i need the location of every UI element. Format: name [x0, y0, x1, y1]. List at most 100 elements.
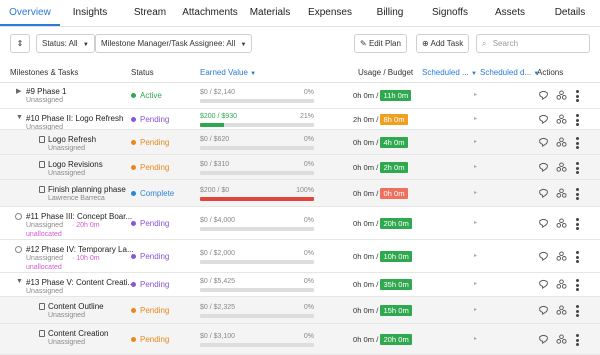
table-row[interactable]: #12 Phase IV: Temporary La... Unassigned ·…	[0, 240, 600, 273]
table-row[interactable]: #11 Phase III: Concept Boar... Unassigned…	[0, 207, 600, 240]
comment-icon[interactable]	[538, 137, 549, 150]
task-icon	[39, 136, 45, 143]
assign-users-icon[interactable]	[556, 279, 567, 292]
assign-users-icon[interactable]	[556, 334, 567, 347]
more-options-icon[interactable]	[576, 137, 579, 151]
row-name[interactable]: #11 Phase III: Concept Boar...	[26, 212, 132, 221]
status-filter[interactable]: Status: All ▼	[36, 34, 95, 53]
row-name[interactable]: Content Outline	[48, 302, 104, 311]
scheduled-start-caret-icon[interactable]: ▸	[474, 163, 477, 170]
expand-caret-icon[interactable]: ▶	[16, 87, 21, 95]
tab-expenses[interactable]: Expenses	[300, 0, 360, 26]
scheduled-start-caret-icon[interactable]: ▸	[474, 252, 477, 259]
table-row[interactable]: Finish planning phase Lawrence Barreca Com…	[0, 180, 600, 207]
col-status[interactable]: Status	[131, 68, 154, 77]
table-row[interactable]: Content Creation Unassigned Pending $0 / $3…	[0, 324, 600, 355]
tab-insights[interactable]: Insights	[60, 0, 120, 26]
assign-users-icon[interactable]	[556, 305, 567, 318]
scheduled-start-caret-icon[interactable]: ▸	[474, 138, 477, 145]
comment-icon[interactable]	[538, 334, 549, 347]
scheduled-start-caret-icon[interactable]: ▸	[474, 306, 477, 313]
row-name[interactable]: #10 Phase II: Logo Refresh	[26, 114, 123, 123]
add-task-button[interactable]: ⊕ Add Task	[416, 34, 470, 53]
row-name[interactable]: #12 Phase IV: Temporary La...	[26, 245, 134, 254]
more-options-icon[interactable]	[576, 114, 579, 128]
search-input[interactable]: Search	[493, 39, 518, 48]
row-unallocated-hours: · 20h 0m	[72, 222, 100, 229]
col-sched2-label: Scheduled d...	[480, 68, 532, 77]
task-icon	[39, 186, 45, 193]
status-dot-icon	[131, 308, 136, 314]
tab-assets[interactable]: Assets	[480, 0, 540, 26]
comment-icon[interactable]	[538, 188, 549, 201]
assignee-filter[interactable]: Milestone Manager/Task Assignee: All ▼	[95, 34, 253, 53]
assign-users-icon[interactable]	[556, 251, 567, 264]
more-options-icon[interactable]	[576, 251, 579, 265]
edit-plan-button[interactable]: ✎ Edit Plan	[354, 34, 407, 53]
table-row[interactable]: ▶ #9 Phase 1 Unassigned Active $0 / $2,140 0%…	[0, 82, 600, 109]
usage-value: 2h 0m /	[353, 115, 379, 124]
tab-overview[interactable]: Overview	[0, 0, 60, 26]
comment-icon[interactable]	[538, 251, 549, 264]
assign-users-icon[interactable]	[556, 162, 567, 175]
table-row[interactable]: Content Outline Unassigned Pending $0 / $2,…	[0, 297, 600, 324]
earned-value-bar	[200, 288, 314, 292]
tab-materials[interactable]: Materials	[240, 0, 300, 26]
more-options-icon[interactable]	[576, 218, 579, 232]
status-dot-icon	[131, 282, 136, 288]
scheduled-start-caret-icon[interactable]: ▸	[474, 115, 477, 122]
scheduled-start-caret-icon[interactable]: ▸	[474, 219, 477, 226]
budget-badge: 2h 0m	[380, 162, 408, 173]
col-scheduled-due[interactable]: Scheduled d... ▼	[480, 68, 539, 77]
collapse-caret-icon[interactable]: ▼	[16, 278, 23, 285]
comment-icon[interactable]	[538, 114, 549, 127]
col-earned-value[interactable]: Earned Value ▼	[200, 68, 256, 77]
row-name[interactable]: #13 Phase V: Content Creati...	[26, 278, 134, 287]
row-name[interactable]: Finish planning phase	[48, 185, 126, 194]
comment-icon[interactable]	[538, 90, 549, 103]
comment-icon[interactable]	[538, 162, 549, 175]
row-name[interactable]: Content Creation	[48, 329, 108, 338]
assign-users-icon[interactable]	[556, 188, 567, 201]
tab-billing[interactable]: Billing	[360, 0, 420, 26]
scheduled-start-caret-icon[interactable]: ▸	[474, 335, 477, 342]
status-label: Pending	[140, 115, 170, 124]
tab-stream[interactable]: Stream	[120, 0, 180, 26]
search-icon: ⌕	[482, 39, 487, 48]
tab-attachments[interactable]: Attachments	[180, 0, 240, 26]
assign-users-icon[interactable]	[556, 218, 567, 231]
col-usage[interactable]: Usage / Budget	[358, 68, 413, 77]
row-name[interactable]: #9 Phase 1	[26, 87, 66, 96]
more-options-icon[interactable]	[576, 334, 579, 348]
more-options-icon[interactable]	[576, 188, 579, 202]
table-row[interactable]: ▼ #10 Phase II: Logo Refresh Unassigned Pen…	[0, 109, 600, 131]
col-milestones[interactable]: Milestones & Tasks	[10, 68, 78, 77]
row-name[interactable]: Logo Revisions	[48, 160, 103, 169]
more-options-icon[interactable]	[576, 162, 579, 176]
table-row[interactable]: ▼ #13 Phase V: Content Creati... Unassigne…	[0, 273, 600, 297]
more-options-icon[interactable]	[576, 279, 579, 293]
scheduled-start-caret-icon[interactable]: ▸	[474, 189, 477, 196]
earned-value-amount: $0 / $5,425	[200, 278, 236, 285]
more-options-icon[interactable]	[576, 90, 579, 104]
tab-details[interactable]: Details	[540, 0, 600, 26]
assign-users-icon[interactable]	[556, 114, 567, 127]
more-options-icon[interactable]	[576, 305, 579, 319]
tab-signoffs[interactable]: Signoffs	[420, 0, 480, 26]
scheduled-start-caret-icon[interactable]: ▸	[474, 280, 477, 287]
budget-badge: 10h 0m	[380, 251, 412, 262]
assign-users-icon[interactable]	[556, 90, 567, 103]
search-box[interactable]: ⌕ Search	[476, 34, 590, 53]
expand-collapse-button[interactable]: ⇕	[10, 34, 30, 53]
assign-users-icon[interactable]	[556, 137, 567, 150]
table-row[interactable]: Logo Refresh Unassigned Pending $0 / $620 0%…	[0, 130, 600, 155]
comment-icon[interactable]	[538, 218, 549, 231]
table-row[interactable]: Logo Revisions Unassigned Pending $0 / $310…	[0, 155, 600, 180]
scheduled-start-caret-icon[interactable]: ▸	[474, 91, 477, 98]
comment-icon[interactable]	[538, 305, 549, 318]
col-scheduled-start[interactable]: Scheduled ... ▼	[422, 68, 477, 77]
comment-icon[interactable]	[538, 279, 549, 292]
task-icon	[39, 303, 45, 310]
row-name[interactable]: Logo Refresh	[48, 135, 96, 144]
collapse-caret-icon[interactable]: ▼	[16, 114, 23, 121]
